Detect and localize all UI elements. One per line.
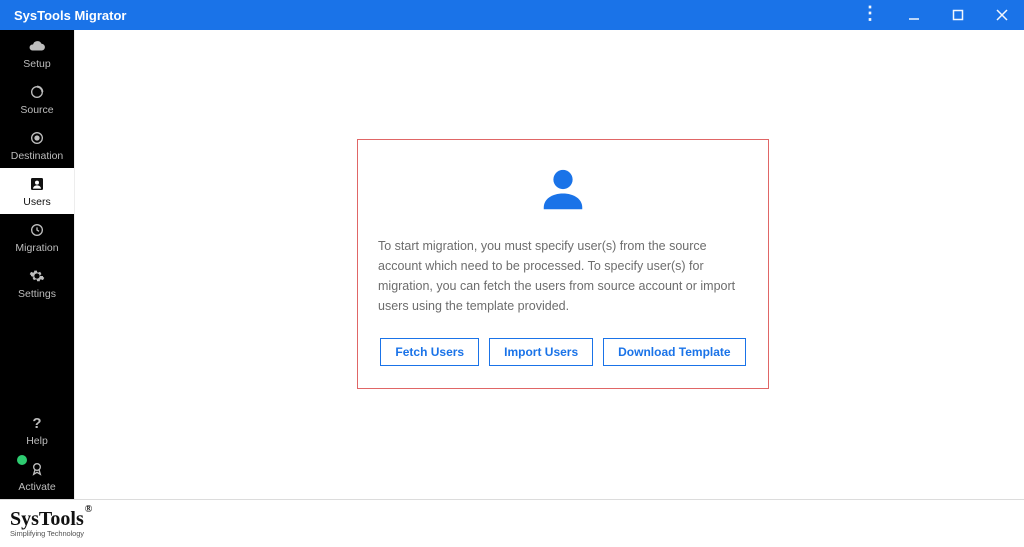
- user-icon: [29, 175, 45, 193]
- sidebar-item-label: Users: [23, 196, 50, 208]
- cloud-icon: [28, 37, 46, 55]
- sidebar-item-label: Migration: [15, 242, 58, 254]
- close-button[interactable]: [980, 0, 1024, 30]
- clock-icon: [29, 221, 45, 239]
- titlebar: SysTools Migrator ⋮: [0, 0, 1024, 30]
- users-onboarding-actions: Fetch Users Import Users Download Templa…: [376, 338, 750, 366]
- brand-tagline: Simplifying Technology: [10, 530, 91, 538]
- target-icon: [29, 129, 45, 147]
- window-controls: ⋮: [848, 0, 1024, 30]
- sidebar-item-source[interactable]: Source: [0, 76, 74, 122]
- content-area: To start migration, you must specify use…: [74, 30, 1024, 499]
- brand-name: SysTools®: [10, 509, 91, 529]
- more-icon[interactable]: ⋮: [848, 0, 892, 28]
- sidebar-item-label: Source: [20, 104, 53, 116]
- import-users-button[interactable]: Import Users: [489, 338, 593, 366]
- status-indicator-icon: [17, 455, 27, 465]
- sidebar-item-label: Settings: [18, 288, 56, 300]
- sidebar-item-help[interactable]: ? Help: [0, 407, 74, 453]
- help-icon: ?: [32, 414, 41, 432]
- users-onboarding-card: To start migration, you must specify use…: [357, 139, 769, 389]
- sidebar-item-migration[interactable]: Migration: [0, 214, 74, 260]
- sidebar-item-setup[interactable]: Setup: [0, 30, 74, 76]
- sidebar-item-settings[interactable]: Settings: [0, 260, 74, 306]
- app-title: SysTools Migrator: [14, 8, 126, 23]
- ribbon-icon: [29, 460, 45, 478]
- brand-block: SysTools® Simplifying Technology: [10, 509, 91, 538]
- source-icon: [29, 83, 45, 101]
- maximize-button[interactable]: [936, 0, 980, 30]
- gear-icon: [29, 267, 45, 285]
- sidebar-item-destination[interactable]: Destination: [0, 122, 74, 168]
- user-avatar-icon: [376, 162, 750, 218]
- sidebar-item-users[interactable]: Users: [0, 168, 74, 214]
- sidebar: Setup Source Destination Users: [0, 30, 74, 499]
- sidebar-item-label: Destination: [11, 150, 64, 162]
- main-shell: Setup Source Destination Users: [0, 30, 1024, 499]
- sidebar-item-activate[interactable]: Activate: [0, 453, 74, 499]
- fetch-users-button[interactable]: Fetch Users: [380, 338, 479, 366]
- sidebar-item-label: Help: [26, 435, 48, 447]
- footer: SysTools® Simplifying Technology: [0, 499, 1024, 547]
- sidebar-item-label: Setup: [23, 58, 50, 70]
- download-template-button[interactable]: Download Template: [603, 338, 745, 366]
- brand-text: SysTools: [10, 508, 84, 530]
- users-onboarding-text: To start migration, you must specify use…: [376, 236, 750, 316]
- trademark-icon: ®: [85, 504, 92, 515]
- minimize-button[interactable]: [892, 0, 936, 30]
- sidebar-item-label: Activate: [18, 481, 55, 493]
